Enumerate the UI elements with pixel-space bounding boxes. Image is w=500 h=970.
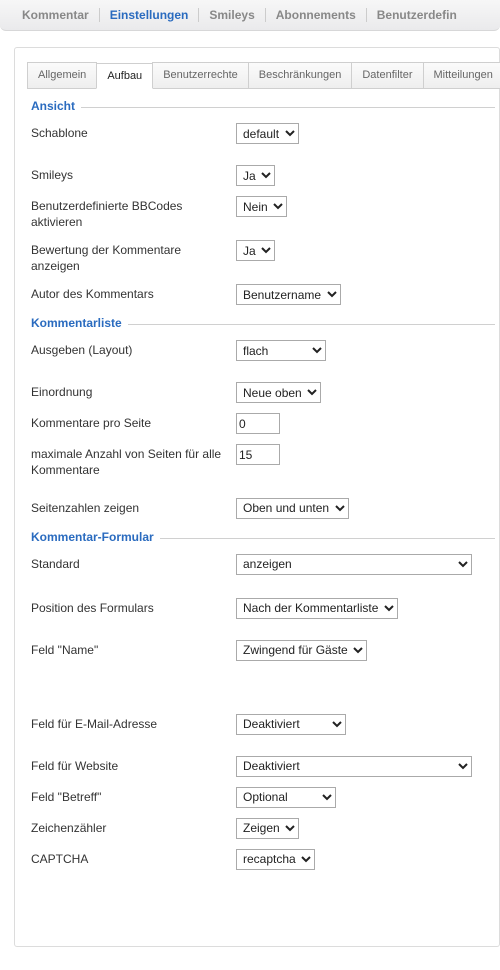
- label-pro-seite: Kommentare pro Seite: [31, 413, 236, 432]
- select-layout[interactable]: flach: [236, 340, 326, 361]
- legend-formular: Kommentar-Formular: [31, 530, 160, 544]
- select-standard[interactable]: anzeigen: [236, 554, 472, 575]
- label-bbcodes: Benutzerdefinierte BBCodes aktivieren: [31, 196, 236, 230]
- select-autor[interactable]: Benutzername: [236, 284, 341, 305]
- tab-datenfilter[interactable]: Datenfilter: [351, 62, 423, 88]
- nav-benutzerdefin[interactable]: Benutzerdefin: [367, 8, 467, 22]
- select-seitenzahlen[interactable]: Oben und unten: [236, 498, 349, 519]
- tab-mitteilungen[interactable]: Mitteilungen: [423, 62, 500, 88]
- legend-kommentarliste: Kommentarliste: [31, 316, 128, 330]
- select-feld-website[interactable]: Deaktiviert: [236, 756, 472, 777]
- select-feld-email[interactable]: Deaktiviert: [236, 714, 346, 735]
- nav-smileys[interactable]: Smileys: [199, 8, 264, 22]
- settings-tabs: Allgemein Aufbau Benutzerrechte Beschrän…: [27, 62, 500, 89]
- group-kommentarliste: Kommentarliste Ausgeben (Layout) flach E…: [31, 324, 495, 523]
- label-zeichenzaehler: Zeichenzähler: [31, 818, 236, 837]
- nav-abonnements[interactable]: Abonnements: [266, 8, 366, 22]
- input-max-seiten[interactable]: [236, 444, 280, 465]
- label-smileys: Smileys: [31, 165, 236, 184]
- group-ansicht: Ansicht Schablone default Smileys Ja: [31, 107, 495, 310]
- select-captcha[interactable]: recaptcha: [236, 849, 315, 870]
- label-feld-website: Feld für Website: [31, 756, 236, 775]
- label-schablone: Schablone: [31, 123, 236, 142]
- input-pro-seite[interactable]: [236, 413, 280, 434]
- top-navigation: Kommentar Einstellungen Smileys Abonneme…: [0, 0, 500, 31]
- select-bbcodes[interactable]: Nein: [236, 196, 287, 217]
- select-schablone[interactable]: default: [236, 123, 299, 144]
- label-standard: Standard: [31, 554, 236, 573]
- tab-beschraenkungen[interactable]: Beschränkungen: [248, 62, 353, 88]
- tab-aufbau[interactable]: Aufbau: [96, 63, 153, 89]
- select-zeichenzaehler[interactable]: Zeigen: [236, 818, 299, 839]
- group-formular: Kommentar-Formular Standard anzeigen Pos…: [31, 538, 495, 875]
- nav-einstellungen[interactable]: Einstellungen: [100, 8, 199, 22]
- label-feld-name: Feld "Name": [31, 640, 236, 659]
- select-bewertung[interactable]: Ja: [236, 240, 275, 261]
- label-max-seiten: maximale Anzahl von Seiten für alle Komm…: [31, 444, 236, 478]
- select-position[interactable]: Nach der Kommentarliste: [236, 598, 398, 619]
- label-layout: Ausgeben (Layout): [31, 340, 236, 359]
- label-feld-email: Feld für E-Mail-Adresse: [31, 714, 236, 733]
- label-feld-betreff: Feld "Betreff": [31, 787, 236, 806]
- tab-benutzerrechte[interactable]: Benutzerrechte: [152, 62, 249, 88]
- label-autor: Autor des Kommentars: [31, 284, 236, 303]
- label-bewertung: Bewertung der Kommentare anzeigen: [31, 240, 236, 274]
- label-seitenzahlen: Seitenzahlen zeigen: [31, 498, 236, 517]
- select-feld-name[interactable]: Zwingend für Gäste: [236, 640, 367, 661]
- legend-ansicht: Ansicht: [31, 99, 81, 113]
- nav-kommentar[interactable]: Kommentar: [12, 8, 99, 22]
- label-einordnung: Einordnung: [31, 382, 236, 401]
- select-feld-betreff[interactable]: Optional: [236, 787, 336, 808]
- select-einordnung[interactable]: Neue oben: [236, 382, 321, 403]
- select-smileys[interactable]: Ja: [236, 165, 275, 186]
- label-captcha: CAPTCHA: [31, 849, 236, 868]
- tab-allgemein[interactable]: Allgemein: [27, 62, 97, 88]
- settings-panel: Allgemein Aufbau Benutzerrechte Beschrän…: [14, 47, 500, 947]
- label-position: Position des Formulars: [31, 598, 236, 617]
